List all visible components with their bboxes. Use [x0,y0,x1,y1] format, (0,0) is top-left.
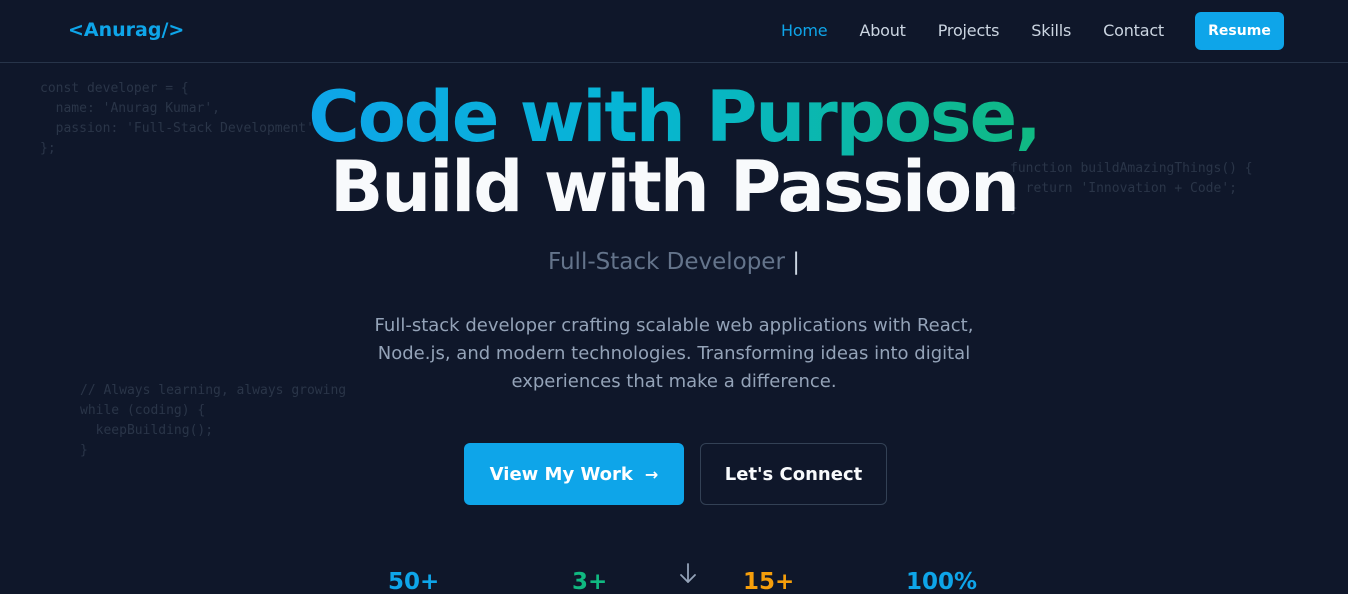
arrow-right-icon: → [644,464,659,484]
nav-link-skills[interactable]: Skills [1031,21,1071,40]
stat-value: 15+ [743,569,795,594]
logo[interactable]: <Anurag/> [68,19,184,41]
arrow-down-icon[interactable] [677,561,699,587]
lets-connect-button[interactable]: Let's Connect [700,443,887,505]
resume-button[interactable]: Resume [1195,12,1284,50]
nav-link-contact[interactable]: Contact [1103,21,1164,40]
subtitle-text: Full-Stack Developer [548,249,785,275]
hero-title-line-2: Build with Passion [330,146,1020,228]
stat-value: 3+ [572,569,608,594]
navbar: <Anurag/> Home About Projects Skills Con… [0,0,1348,63]
hero-subtitle: Full-Stack Developer | [0,249,1348,275]
background-code-snippet: // Always learning, always growing while… [80,383,347,458]
view-my-work-button[interactable]: View My Work → [464,443,684,505]
nav-link-about[interactable]: About [859,21,906,40]
stat-value: 50+ [388,569,440,594]
nav-links: Home About Projects Skills Contact [781,21,1196,40]
nav-link-home[interactable]: Home [781,21,828,40]
view-my-work-label: View My Work [489,463,633,485]
typing-cursor: | [792,249,800,275]
stat-value: 100% [906,569,978,594]
nav-link-projects[interactable]: Projects [938,21,1000,40]
lets-connect-label: Let's Connect [724,463,863,485]
hero-description: Full-stack developer crafting scalable w… [374,315,974,392]
